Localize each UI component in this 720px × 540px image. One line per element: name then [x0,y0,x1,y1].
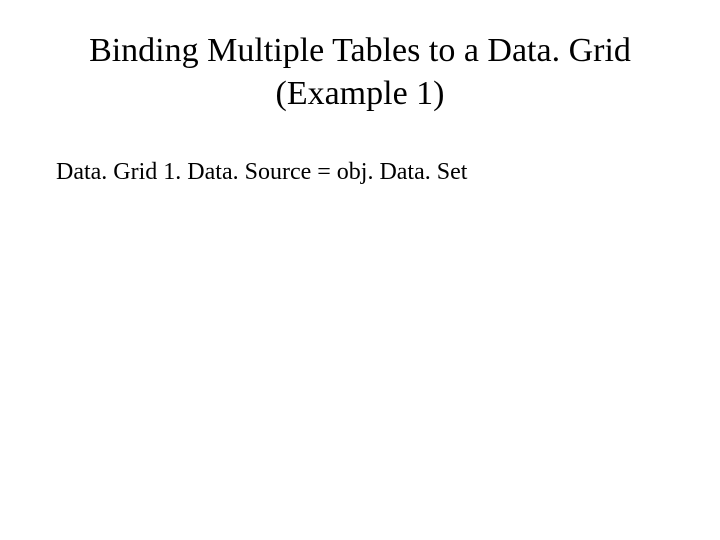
slide-container: Binding Multiple Tables to a Data. Grid … [0,0,720,540]
slide-body-text: Data. Grid 1. Data. Source = obj. Data. … [56,159,670,186]
slide-title: Binding Multiple Tables to a Data. Grid … [50,30,670,115]
